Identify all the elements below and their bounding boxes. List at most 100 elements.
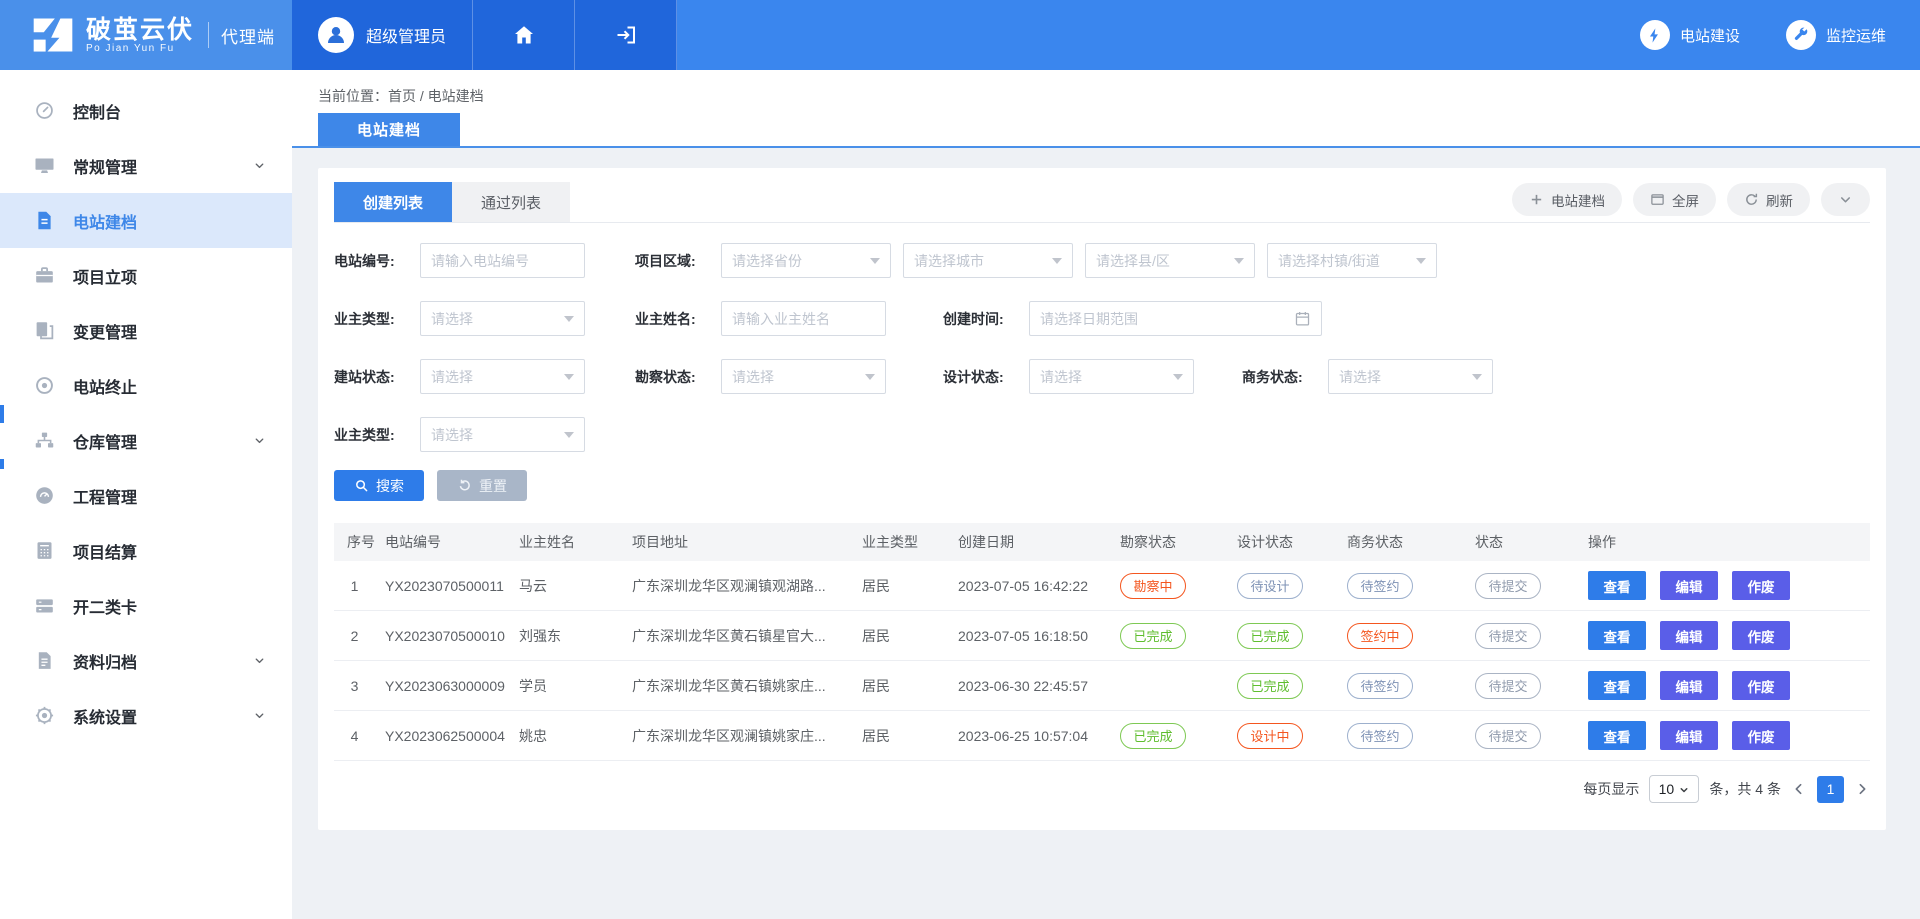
address-cell: 广东深圳龙华区观澜镇观湖路... — [632, 576, 862, 596]
address-cell: 广东深圳龙华区黄石镇姚家庄... — [632, 676, 862, 696]
owner-type-select[interactable]: 请选择 — [420, 301, 585, 336]
sidebar-item[interactable]: 资料归档 — [0, 633, 292, 688]
caret-down-icon — [1416, 258, 1426, 264]
field-label: 勘察状态: — [635, 367, 715, 387]
void-button[interactable]: 作废 — [1732, 571, 1790, 600]
sidebar-item[interactable]: 项目结算 — [0, 523, 292, 578]
header-nav-item[interactable]: 监控运维 — [1786, 20, 1886, 50]
field-label: 业主类型: — [334, 309, 414, 329]
list-tab[interactable]: 通过列表 — [452, 182, 570, 222]
breadcrumb-bar: 当前位置：首页 / 电站建档 电站建档 — [292, 70, 1920, 148]
table-header: 序号 电站编号 业主姓名 项目地址 业主类型 创建日期 勘察状态 设计状态 商务… — [334, 523, 1870, 561]
view-button[interactable]: 查看 — [1588, 621, 1646, 650]
fullscreen-icon — [1650, 192, 1665, 207]
toolbar-button[interactable]: 刷新 — [1727, 183, 1810, 216]
list-tab[interactable]: 创建列表 — [334, 182, 452, 222]
design-status-select[interactable]: 请选择 — [1029, 359, 1194, 394]
pagination: 每页显示 10 条，共 4 条 1 — [334, 775, 1870, 803]
filter-form: 电站编号: 项目区域: 请选择省份 请选择城市 请选择县/区 — [334, 243, 1870, 452]
sidebar-item[interactable]: 系统设置 — [0, 688, 292, 743]
reset-button[interactable]: 重置 — [437, 470, 527, 501]
business-status-badge: 待签约 — [1347, 723, 1413, 749]
view-button[interactable]: 查看 — [1588, 721, 1646, 750]
sidebar-item[interactable]: 开二类卡 — [0, 578, 292, 633]
field-label: 项目区域: — [635, 251, 715, 271]
owner-type-cell: 居民 — [862, 576, 958, 596]
station-no-input[interactable] — [420, 243, 585, 278]
sidebar-item-label: 电站终止 — [73, 374, 137, 398]
owner-name-input[interactable] — [721, 301, 886, 336]
home-button[interactable] — [473, 0, 575, 70]
city-select[interactable]: 请选择城市 — [903, 243, 1073, 278]
design-status-badge: 已完成 — [1237, 623, 1303, 649]
current-page[interactable]: 1 — [1817, 776, 1844, 803]
per-page-select[interactable]: 10 — [1649, 775, 1699, 803]
sidebar-item[interactable]: 电站终止 — [0, 358, 292, 413]
field-label: 设计状态: — [943, 367, 1023, 387]
page-tab[interactable]: 电站建档 — [318, 113, 460, 146]
sidebar-item[interactable]: 仓库管理 — [0, 413, 292, 468]
header-user-section: 超级管理员 — [292, 0, 677, 70]
field-label: 业主类型: — [334, 425, 414, 445]
brand: 破茧云伏 Po Jian Yun Fu 代理端 — [0, 0, 292, 70]
reset-icon — [457, 478, 472, 493]
sidebar-item-label: 项目立项 — [73, 264, 137, 288]
survey-status-badge: 已完成 — [1120, 623, 1186, 649]
business-status-select[interactable]: 请选择 — [1328, 359, 1493, 394]
build-status-select[interactable]: 请选择 — [420, 359, 585, 394]
province-select[interactable]: 请选择省份 — [721, 243, 891, 278]
edit-button[interactable]: 编辑 — [1660, 671, 1718, 700]
sidebar-scrollbar[interactable] — [0, 459, 4, 469]
header-nav-label: 监控运维 — [1826, 25, 1886, 46]
settings-icon — [34, 705, 55, 726]
sidebar-item[interactable]: 工程管理 — [0, 468, 292, 523]
survey-status-select[interactable]: 请选择 — [721, 359, 886, 394]
owner-name-cell: 马云 — [519, 576, 632, 596]
edit-button[interactable]: 编辑 — [1660, 621, 1718, 650]
sidebar-item[interactable]: 项目立项 — [0, 248, 292, 303]
search-icon — [354, 478, 369, 493]
toolbar-button[interactable]: 电站建档 — [1512, 183, 1622, 216]
app-header: 破茧云伏 Po Jian Yun Fu 代理端 超级管理员 电站建设 监控运维 — [0, 0, 1920, 70]
logout-button[interactable] — [575, 0, 677, 70]
view-button[interactable]: 查看 — [1588, 571, 1646, 600]
field-label: 商务状态: — [1242, 367, 1322, 387]
business-status-badge: 签约中 — [1347, 623, 1413, 649]
town-select[interactable]: 请选择村镇/街道 — [1267, 243, 1437, 278]
created-date-cell: 2023-07-05 16:42:22 — [958, 578, 1120, 594]
created-date-cell: 2023-06-25 10:57:04 — [958, 728, 1120, 744]
view-button[interactable]: 查看 — [1588, 671, 1646, 700]
owner-type2-select[interactable]: 请选择 — [420, 417, 585, 452]
caret-down-icon — [564, 432, 574, 438]
toolbar-button[interactable] — [1821, 183, 1870, 216]
void-button[interactable]: 作废 — [1732, 721, 1790, 750]
sidebar-item[interactable]: 变更管理 — [0, 303, 292, 358]
next-page-button[interactable] — [1854, 781, 1870, 797]
sidebar-item[interactable]: 控制台 — [0, 83, 292, 138]
sidebar-item[interactable]: 电站建档 — [0, 193, 292, 248]
edit-button[interactable]: 编辑 — [1660, 721, 1718, 750]
search-button[interactable]: 搜索 — [334, 470, 424, 501]
void-button[interactable]: 作废 — [1732, 671, 1790, 700]
plus-icon — [1529, 192, 1544, 207]
business-status-badge: 待签约 — [1347, 573, 1413, 599]
void-button[interactable]: 作废 — [1732, 621, 1790, 650]
prev-page-button[interactable] — [1791, 781, 1807, 797]
gauge-icon — [34, 485, 55, 506]
header-nav-item[interactable]: 电站建设 — [1640, 20, 1740, 50]
caret-down-icon — [1052, 258, 1062, 264]
status-badge: 待提交 — [1475, 723, 1541, 749]
date-range-input[interactable]: 请选择日期范围 — [1029, 301, 1322, 336]
sidebar-scrollbar[interactable] — [0, 405, 4, 423]
logo-tag: 代理端 — [221, 23, 275, 48]
sidebar-item[interactable]: 常规管理 — [0, 138, 292, 193]
edit-button[interactable]: 编辑 — [1660, 571, 1718, 600]
user-menu[interactable]: 超级管理员 — [292, 0, 473, 70]
county-select[interactable]: 请选择县/区 — [1085, 243, 1255, 278]
caret-down-icon — [1173, 374, 1183, 380]
created-date-cell: 2023-06-30 22:45:57 — [958, 678, 1120, 694]
briefcase-icon — [34, 265, 55, 286]
header-nav-label: 电站建设 — [1680, 25, 1740, 46]
toolbar-button[interactable]: 全屏 — [1633, 183, 1716, 216]
field-label: 业主姓名: — [635, 309, 715, 329]
